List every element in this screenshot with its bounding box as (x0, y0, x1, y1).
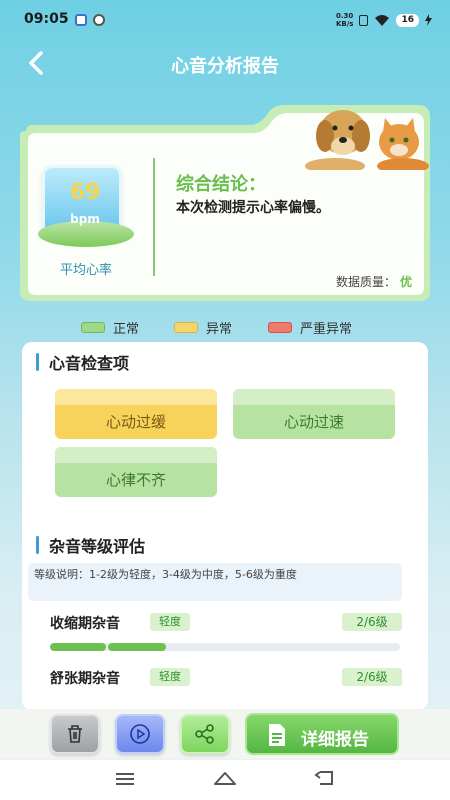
share-button[interactable] (180, 714, 230, 754)
charging-icon (425, 14, 432, 26)
murmur-section-title: 杂音等级评估 (36, 533, 145, 557)
dog-cat-image (305, 110, 429, 174)
conclusion-text: 本次检测提示心率偏慢。 (176, 200, 330, 216)
status-time: 09:05 (24, 11, 69, 27)
back-nav-icon[interactable] (314, 770, 336, 786)
murmur-title: 杂音等级评估 (49, 537, 146, 556)
legend-abnormal: 异常 (174, 318, 232, 337)
status-legend: 正常 异常 严重异常 (0, 318, 450, 338)
murmur-row-diastolic: 舒张期杂音 轻度 2/6级 (50, 668, 402, 690)
grade-note: 等级说明：1-2级为轻度，3-4级为中度，5-6级为重度 (28, 563, 402, 601)
legend-label-severe: 严重异常 (300, 322, 353, 337)
heart-rate-value: 69 (69, 180, 101, 205)
murmur-name: 收缩期杂音 (50, 616, 120, 632)
app-header: 心音分析报告 (0, 40, 450, 86)
section-marker (36, 353, 39, 371)
share-icon (195, 724, 214, 744)
checks-section-title: 心音检查项 (36, 350, 129, 374)
wifi-icon (375, 15, 390, 26)
checks-title: 心音检查项 (49, 354, 130, 373)
notification-icon (359, 14, 369, 26)
quality-value: 优 (399, 275, 412, 289)
page-title: 心音分析报告 (171, 56, 279, 77)
grade-bar-segment (108, 643, 166, 651)
trash-icon (68, 725, 82, 743)
murmur-severity-badge: 轻度 (150, 613, 190, 631)
check-item-highlight (55, 389, 217, 405)
play-button[interactable] (115, 714, 165, 754)
legend-normal: 正常 (81, 318, 139, 337)
check-item-bradycardia[interactable]: 心动过缓 (55, 389, 217, 439)
report-label: 详细报告 (301, 730, 369, 750)
murmur-grade-badge: 2/6级 (342, 613, 402, 631)
app-notification-icon (75, 14, 87, 26)
check-item-arrhythmia[interactable]: 心律不齐 (55, 447, 217, 497)
status-bar: 09:05 0.30 KB/s 16 (0, 0, 450, 40)
legend-swatch-abnormal (174, 322, 198, 333)
menu-icon[interactable] (115, 772, 135, 786)
document-icon (269, 724, 285, 746)
delete-button[interactable] (50, 714, 100, 754)
section-marker (36, 536, 39, 554)
heart-rate-unit: bpm (70, 212, 100, 226)
net-speed: 0.30 KB/s (335, 12, 354, 28)
quality-label: 数据质量： (335, 275, 396, 289)
home-icon[interactable] (213, 770, 237, 786)
sync-notification-icon (93, 14, 105, 26)
play-icon (130, 724, 150, 744)
battery-indicator: 16 (396, 13, 419, 27)
system-nav-bar (0, 760, 450, 800)
status-right: 0.30 KB/s 16 (336, 12, 432, 28)
conclusion-title: 综合结论： (176, 174, 266, 195)
legend-severe: 严重异常 (268, 318, 352, 337)
detailed-report-button[interactable]: 详细报告 (245, 713, 399, 755)
pets-illustration (295, 100, 435, 174)
legend-swatch-severe (268, 322, 292, 333)
check-item-label: 心动过缓 (105, 413, 166, 431)
check-item-highlight (55, 447, 217, 463)
heart-rate-label: 平均心率 (59, 263, 112, 278)
legend-label-normal: 正常 (113, 322, 140, 337)
data-quality: 数据质量：优 (336, 273, 412, 290)
summary-divider (153, 158, 155, 276)
grade-bar-segment (50, 643, 106, 651)
systolic-grade-bar (50, 643, 400, 651)
murmur-name: 舒张期杂音 (50, 671, 120, 687)
check-item-tachycardia[interactable]: 心动过速 (233, 389, 395, 439)
legend-swatch-normal (81, 322, 105, 333)
legend-label-abnormal: 异常 (206, 322, 233, 337)
check-item-label: 心动过速 (283, 413, 344, 431)
murmur-row-systolic: 收缩期杂音 轻度 2/6级 (50, 613, 402, 635)
check-item-highlight (233, 389, 395, 405)
check-item-label: 心律不齐 (105, 471, 166, 489)
murmur-grade-badge: 2/6级 (342, 668, 402, 686)
murmur-severity-badge: 轻度 (150, 668, 190, 686)
